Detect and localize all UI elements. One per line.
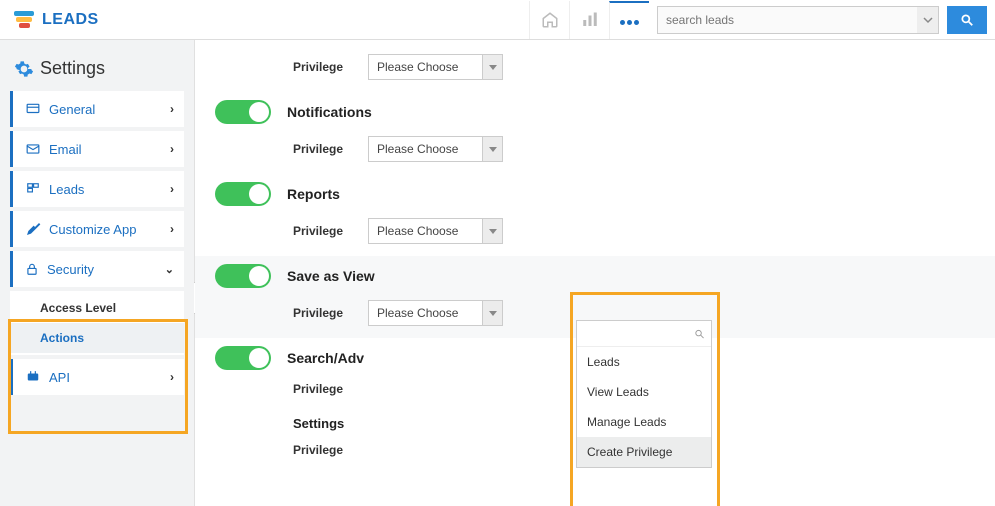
dropdown-toggle[interactable] bbox=[483, 218, 503, 244]
chevron-right-icon: › bbox=[170, 142, 174, 156]
privilege-dropdown[interactable]: Please Choose bbox=[368, 136, 503, 162]
triangle-down-icon bbox=[489, 147, 497, 152]
privilege-label: Privilege bbox=[293, 306, 348, 320]
dropdown-toggle[interactable] bbox=[483, 54, 503, 80]
chevron-right-icon: › bbox=[170, 102, 174, 116]
privilege-label: Privilege bbox=[293, 382, 348, 396]
toggle-save-as-view[interactable] bbox=[215, 264, 271, 288]
sidebar-item-email[interactable]: Email › bbox=[10, 131, 184, 167]
brand-text: LEADS bbox=[42, 11, 99, 29]
dropdown-value: Please Choose bbox=[368, 300, 483, 326]
triangle-down-icon bbox=[489, 65, 497, 70]
chart-icon-button[interactable] bbox=[569, 1, 609, 39]
toggle-search-adv[interactable] bbox=[215, 346, 271, 370]
dropdown-value: Please Choose bbox=[368, 218, 483, 244]
dropdown-option-label: Leads bbox=[587, 355, 620, 369]
privilege-dropdown[interactable]: Please Choose bbox=[368, 218, 503, 244]
dropdown-option-label: Create Privilege bbox=[587, 445, 672, 459]
sidebar-item-api[interactable]: API › bbox=[10, 359, 184, 395]
section-title: Reports bbox=[287, 186, 340, 202]
triangle-down-icon bbox=[489, 311, 497, 316]
section-title: Settings bbox=[293, 416, 344, 431]
dropdown-value: Please Choose bbox=[368, 136, 483, 162]
sidebar: Settings General › Email › Leads › Custo… bbox=[0, 40, 195, 506]
lock-icon bbox=[25, 261, 39, 277]
sidebar-title: Settings bbox=[10, 48, 184, 91]
search-dropdown-toggle[interactable] bbox=[917, 6, 939, 34]
privilege-label: Privilege bbox=[293, 224, 348, 238]
chevron-right-icon: › bbox=[170, 370, 174, 384]
home-icon bbox=[541, 11, 559, 29]
privilege-label: Privilege bbox=[293, 142, 348, 156]
chevron-right-icon: › bbox=[170, 222, 174, 236]
sidebar-subitem-label: Actions bbox=[40, 331, 84, 345]
sidebar-item-leads[interactable]: Leads › bbox=[10, 171, 184, 207]
customize-icon bbox=[25, 221, 41, 237]
api-icon bbox=[25, 370, 41, 384]
privilege-dropdown-open[interactable]: Please Choose bbox=[368, 300, 503, 326]
dropdown-option[interactable]: Manage Leads bbox=[577, 407, 711, 437]
sidebar-subitem-actions[interactable]: Actions bbox=[10, 323, 184, 353]
dots-icon bbox=[619, 13, 640, 28]
privilege-dropdown-popup: Leads View Leads Manage Leads Create Pri… bbox=[576, 320, 712, 468]
search-input[interactable] bbox=[657, 6, 917, 34]
sidebar-title-text: Settings bbox=[40, 58, 105, 79]
triangle-down-icon bbox=[489, 229, 497, 234]
topbar-left: LEADS bbox=[0, 11, 99, 29]
sidebar-item-general[interactable]: General › bbox=[10, 91, 184, 127]
dropdown-value: Please Choose bbox=[368, 54, 483, 80]
sidebar-subitem-access-level[interactable]: Access Level bbox=[10, 293, 184, 323]
privilege-label: Privilege bbox=[293, 443, 348, 457]
section-notifications: Notifications Privilege Please Choose bbox=[195, 92, 995, 174]
sidebar-item-label: Security bbox=[47, 262, 94, 277]
sidebar-item-customize[interactable]: Customize App › bbox=[10, 211, 184, 247]
email-icon bbox=[25, 142, 41, 156]
dropdown-option[interactable]: Leads bbox=[577, 347, 711, 377]
section-top-privilege-only: Privilege Please Choose bbox=[195, 40, 995, 92]
chevron-down-icon bbox=[923, 15, 933, 25]
toggle-reports[interactable] bbox=[215, 182, 271, 206]
gear-icon bbox=[14, 59, 34, 79]
dropdown-option[interactable]: View Leads bbox=[577, 377, 711, 407]
search-button[interactable] bbox=[947, 6, 987, 34]
sidebar-item-label: Email bbox=[49, 142, 82, 157]
dropdown-option[interactable]: Create Privilege bbox=[577, 437, 711, 467]
bar-chart-icon bbox=[581, 11, 599, 29]
general-icon bbox=[25, 102, 41, 116]
sidebar-item-security[interactable]: Security ⌄ bbox=[10, 251, 184, 287]
sidebar-security-submenu: Access Level Actions bbox=[10, 291, 184, 355]
leads-icon bbox=[25, 182, 41, 196]
privilege-dropdown[interactable]: Please Choose bbox=[368, 54, 503, 80]
search-box bbox=[657, 6, 987, 34]
more-icon-button[interactable] bbox=[609, 1, 649, 39]
chevron-right-icon: › bbox=[170, 182, 174, 196]
section-title: Save as View bbox=[287, 268, 375, 284]
toggle-notifications[interactable] bbox=[215, 100, 271, 124]
dropdown-search bbox=[577, 321, 711, 347]
dropdown-toggle[interactable] bbox=[483, 300, 503, 326]
sidebar-item-label: Customize App bbox=[49, 222, 136, 237]
privilege-label: Privilege bbox=[293, 60, 348, 74]
main-panel: Privilege Please Choose Notifications Pr… bbox=[195, 40, 995, 506]
search-icon bbox=[960, 13, 974, 27]
search-icon bbox=[694, 328, 705, 340]
chevron-down-icon: ⌄ bbox=[165, 263, 174, 276]
section-reports: Reports Privilege Please Choose bbox=[195, 174, 995, 256]
sidebar-item-label: General bbox=[49, 102, 95, 117]
dropdown-toggle[interactable] bbox=[483, 136, 503, 162]
sidebar-item-label: Leads bbox=[49, 182, 84, 197]
dropdown-option-label: Manage Leads bbox=[587, 415, 666, 429]
dropdown-option-label: View Leads bbox=[587, 385, 649, 399]
section-title: Search/Adv bbox=[287, 350, 364, 366]
home-icon-button[interactable] bbox=[529, 1, 569, 39]
logo-icon bbox=[14, 11, 34, 29]
dropdown-search-input[interactable] bbox=[583, 327, 694, 341]
topbar-right bbox=[529, 1, 987, 39]
sidebar-subitem-label: Access Level bbox=[40, 301, 116, 315]
topbar: LEADS bbox=[0, 0, 995, 40]
section-title: Notifications bbox=[287, 104, 372, 120]
sidebar-item-label: API bbox=[49, 370, 70, 385]
